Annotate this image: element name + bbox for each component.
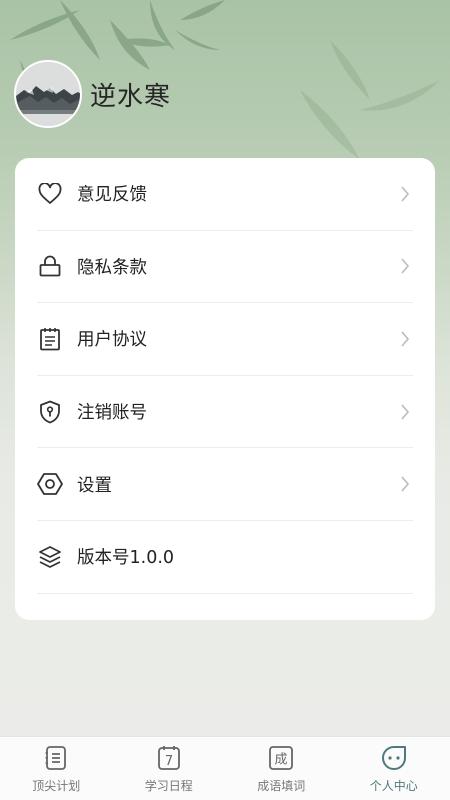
menu-item-label: 意见反馈: [77, 185, 147, 206]
tab-profile[interactable]: 个人中心: [338, 737, 450, 800]
calendar-icon-text: 7: [165, 754, 173, 769]
idiom-icon-text: 成: [275, 753, 288, 768]
hexagon-settings-icon: [37, 471, 63, 497]
bottom-tab-bar: 顶尖计划 7 学习日程 成 成语填词 个人中心: [0, 736, 450, 800]
tab-idiom[interactable]: 成 成语填词: [225, 737, 338, 800]
avatar[interactable]: [14, 60, 82, 128]
tab-schedule[interactable]: 7 学习日程: [113, 737, 226, 800]
chevron-right-icon: [397, 258, 413, 274]
chevron-right-icon: [397, 331, 413, 347]
chevron-right-icon: [397, 186, 413, 202]
tab-plan[interactable]: 顶尖计划: [0, 737, 113, 800]
menu-item-settings[interactable]: 设置: [37, 448, 413, 521]
calendar-icon: 7: [156, 745, 182, 771]
username: 逆水寒: [90, 81, 172, 112]
profile-header: 逆水寒: [14, 60, 171, 128]
shield-icon: [37, 399, 63, 425]
menu-card: 意见反馈 隐私条款 用户协议 注销账号 设置 版本号1.0.0: [15, 158, 435, 620]
menu-item-privacy[interactable]: 隐私条款: [37, 231, 413, 304]
tab-label: 学习日程: [144, 779, 193, 793]
menu-item-label: 注销账号: [77, 403, 147, 424]
layers-icon: [37, 544, 63, 570]
menu-item-delete-account[interactable]: 注销账号: [37, 376, 413, 449]
lock-icon: [37, 253, 63, 279]
menu-item-feedback[interactable]: 意见反馈: [37, 158, 413, 231]
menu-item-label: 设置: [77, 475, 112, 496]
tab-label: 个人中心: [369, 779, 418, 793]
menu-item-user-agreement[interactable]: 用户协议: [37, 303, 413, 376]
chevron-right-icon: [397, 404, 413, 420]
tab-label: 顶尖计划: [32, 779, 81, 793]
tab-label: 成语填词: [257, 779, 306, 793]
idiom-icon: 成: [268, 745, 294, 771]
mountain-painting-icon: [16, 62, 80, 126]
version-label: 版本号1.0.0: [77, 548, 175, 569]
menu-item-label: 用户协议: [77, 330, 147, 351]
list-icon: [43, 745, 69, 771]
profile-face-icon: [381, 745, 407, 771]
menu-item-version: 版本号1.0.0: [37, 521, 413, 594]
chevron-right-icon: [397, 476, 413, 492]
document-icon: [37, 326, 63, 352]
heart-icon: [37, 181, 63, 207]
menu-item-label: 隐私条款: [77, 257, 147, 278]
